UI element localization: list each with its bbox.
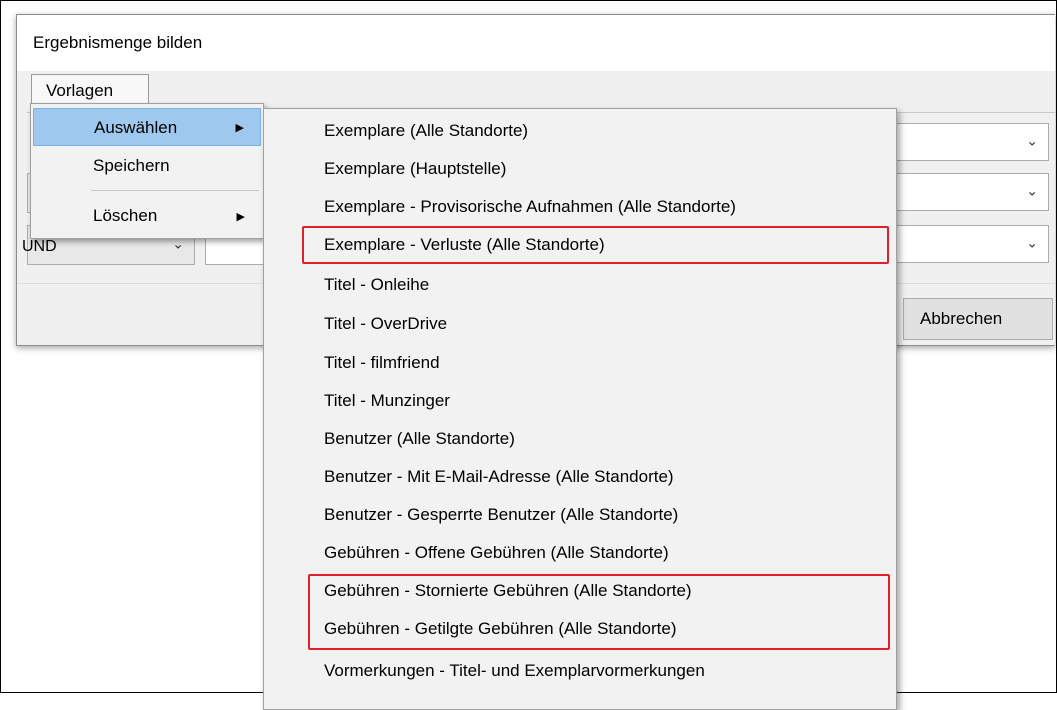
submenu-arrow-icon: ▶ — [235, 122, 244, 134]
cancel-button-label: Abbrechen — [920, 309, 1003, 328]
vorlagen-dropdown: Auswählen ▶ Speichern Löschen ▶ — [30, 103, 264, 239]
submenu-item-label: Titel - Onleihe — [324, 275, 430, 294]
submenu-item[interactable]: Titel - Onleihe — [324, 267, 884, 304]
menu-item-speichern[interactable]: Speichern — [33, 150, 261, 188]
menu-item-label: Speichern — [93, 156, 170, 175]
submenu-item[interactable]: Gebühren - Offene Gebühren (Alle Standor… — [324, 535, 884, 572]
field-combo-2[interactable]: ⌄ — [889, 173, 1049, 211]
submenu-item-label: Benutzer - Mit E-Mail-Adresse (Alle Stan… — [324, 467, 674, 486]
menu-separator — [91, 190, 259, 191]
annotation-box-gebuehren — [308, 574, 890, 650]
submenu-item-label: Exemplare (Alle Standorte) — [324, 121, 529, 140]
submenu-item-label: Benutzer (Alle Standorte) — [324, 429, 515, 448]
operator-value: UND — [22, 238, 57, 255]
submenu-item[interactable]: Benutzer - Mit E-Mail-Adresse (Alle Stan… — [324, 459, 884, 496]
submenu-item[interactable]: Exemplare (Hauptstelle) — [324, 151, 884, 188]
submenu-arrow-icon: ▶ — [236, 211, 245, 223]
submenu-item[interactable]: Titel - OverDrive — [324, 306, 884, 343]
menu-item-auswaehlen[interactable]: Auswählen ▶ — [33, 108, 261, 146]
submenu-item[interactable]: Benutzer - Gesperrte Benutzer (Alle Stan… — [324, 497, 884, 534]
chevron-down-icon: ⌄ — [1026, 182, 1038, 199]
submenu-item[interactable]: Titel - filmfriend — [324, 345, 884, 382]
submenu-item-label: Benutzer - Gesperrte Benutzer (Alle Stan… — [324, 505, 679, 524]
field-combo-1[interactable]: ⌄ — [889, 123, 1049, 161]
annotation-box-verluste — [302, 226, 889, 264]
submenu-item[interactable]: Vormerkungen - Titel- und Exemplarvormer… — [324, 653, 884, 690]
chevron-down-icon: ⌄ — [1026, 132, 1038, 149]
field-combo-3[interactable]: ⌄ — [889, 225, 1049, 263]
menu-vorlagen-label: Vorlagen — [46, 81, 114, 100]
submenu-item-label: Vormerkungen - Titel- und Exemplarvormer… — [324, 661, 705, 680]
submenu-item[interactable]: Benutzer (Alle Standorte) — [324, 421, 884, 458]
submenu-item-label: Titel - Munzinger — [324, 391, 450, 410]
menu-item-loeschen[interactable]: Löschen ▶ — [33, 198, 261, 236]
cancel-button[interactable]: Abbrechen — [903, 298, 1053, 340]
submenu-item[interactable]: Titel - Munzinger — [324, 383, 884, 420]
menu-item-label: Löschen — [93, 206, 158, 225]
chevron-down-icon: ⌄ — [1026, 234, 1038, 251]
submenu-item[interactable]: Exemplare - Provisorische Aufnahmen (All… — [324, 189, 884, 226]
dialog-title: Ergebnismenge bilden — [33, 33, 203, 52]
submenu-item-label: Exemplare (Hauptstelle) — [324, 159, 507, 178]
submenu-item-label: Titel - OverDrive — [324, 314, 448, 333]
submenu-item-label: Titel - filmfriend — [324, 353, 440, 372]
submenu-item[interactable]: Exemplare (Alle Standorte) — [324, 113, 884, 150]
title-bar: Ergebnismenge bilden — [17, 15, 1055, 71]
submenu-item-label: Exemplare - Provisorische Aufnahmen (All… — [324, 197, 736, 216]
menu-item-label: Auswählen — [94, 118, 178, 137]
submenu-item-label: Gebühren - Offene Gebühren (Alle Standor… — [324, 543, 669, 562]
